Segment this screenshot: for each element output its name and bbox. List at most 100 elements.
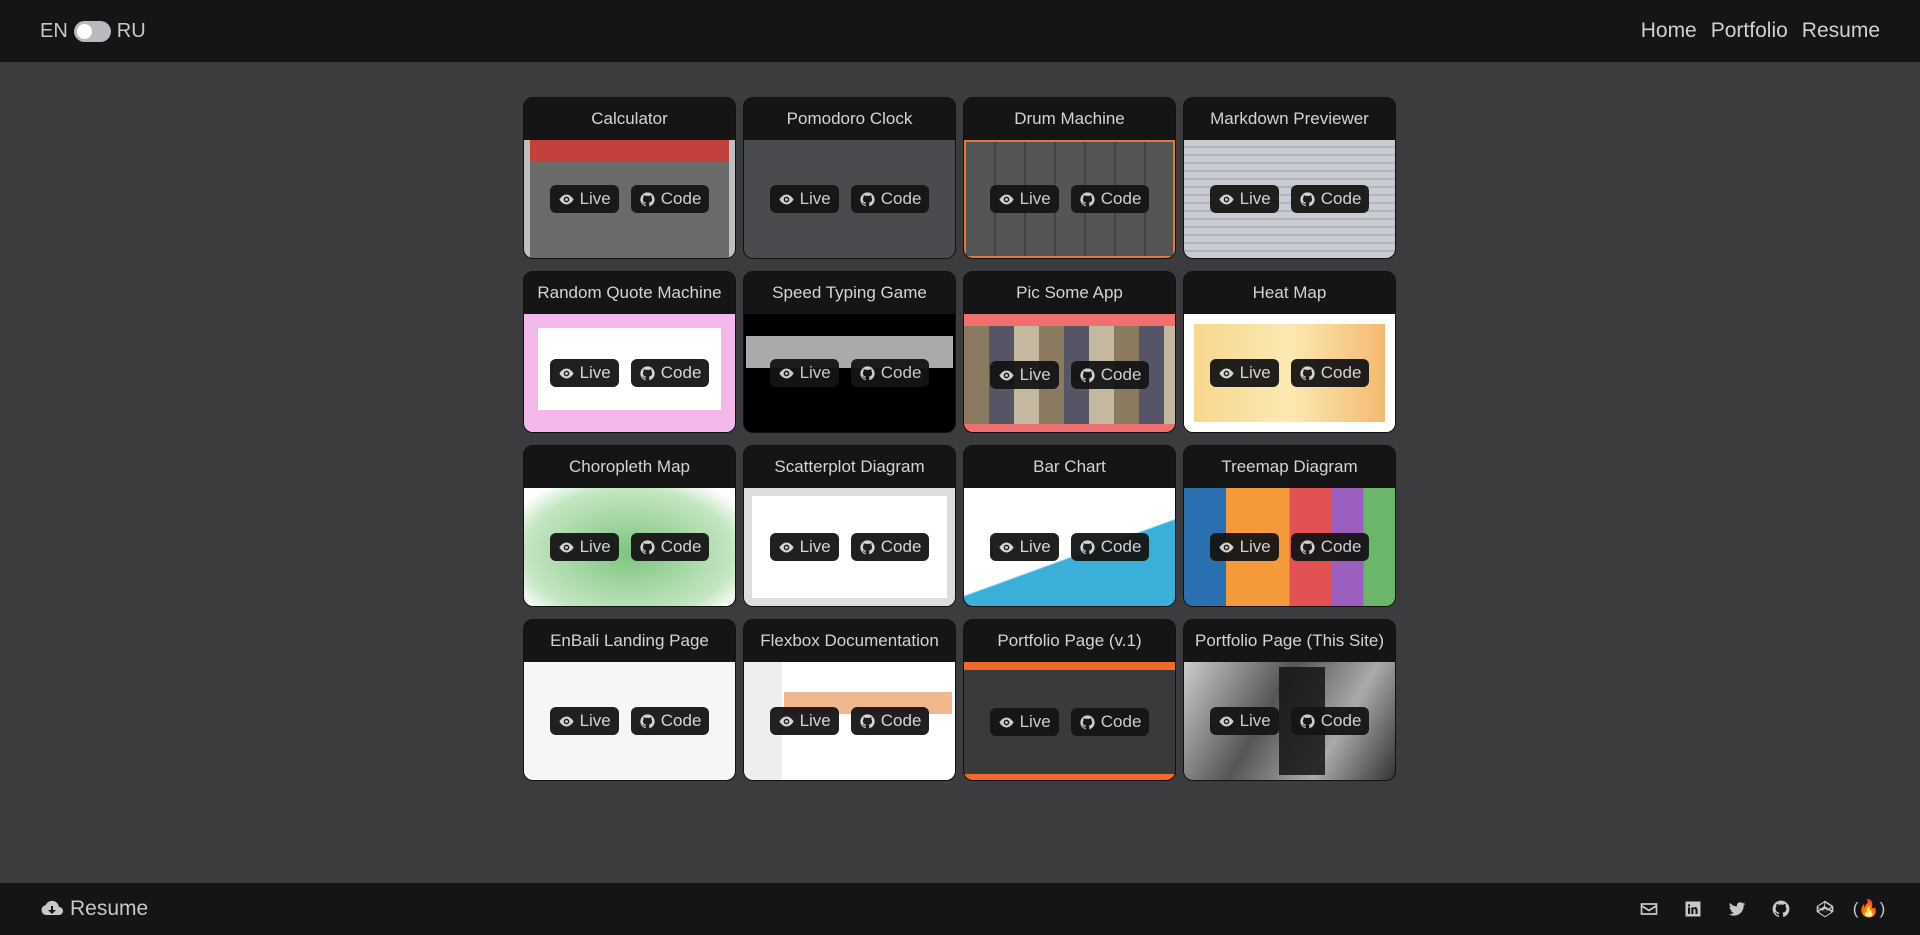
project-thumbnail: Live Code	[964, 314, 1175, 432]
nav-resume[interactable]: Resume	[1802, 19, 1880, 43]
live-label: Live	[579, 711, 611, 730]
twitter-icon[interactable]	[1726, 898, 1748, 920]
eye-icon	[1218, 542, 1234, 552]
code-button[interactable]: Code	[850, 185, 930, 213]
project-card: Pic Some App Live Code	[963, 271, 1176, 433]
language-toggle[interactable]	[73, 20, 111, 42]
project-thumbnail: Live Code	[524, 662, 735, 780]
live-label: Live	[1019, 365, 1051, 384]
code-button[interactable]: Code	[630, 359, 710, 387]
eye-icon	[1218, 194, 1234, 204]
live-button[interactable]: Live	[769, 359, 839, 387]
language-switch[interactable]: EN RU	[40, 20, 146, 43]
live-button[interactable]: Live	[989, 708, 1059, 736]
live-button[interactable]: Live	[549, 533, 619, 561]
code-button[interactable]: Code	[630, 707, 710, 735]
github-icon	[1080, 539, 1095, 554]
eye-icon	[998, 370, 1014, 380]
code-button[interactable]: Code	[850, 359, 930, 387]
code-label: Code	[1320, 711, 1362, 730]
project-card: Portfolio Page (v.1) Live Code	[963, 619, 1176, 781]
nav-portfolio[interactable]: Portfolio	[1711, 19, 1788, 43]
project-thumbnail: Live Code	[524, 488, 735, 606]
code-button[interactable]: Code	[850, 707, 930, 735]
eye-icon	[1218, 716, 1234, 726]
github-icon	[1080, 367, 1095, 382]
github-icon[interactable]	[1770, 898, 1792, 920]
eye-icon	[778, 194, 794, 204]
linkedin-icon[interactable]	[1682, 898, 1704, 920]
eye-icon	[558, 368, 574, 378]
project-card: Choropleth Map Live Code	[523, 445, 736, 607]
project-thumbnail: Live Code	[1184, 488, 1395, 606]
live-button[interactable]: Live	[1209, 707, 1279, 735]
project-thumbnail: Live Code	[524, 314, 735, 432]
code-button[interactable]: Code	[1070, 185, 1150, 213]
project-title: Drum Machine	[1014, 109, 1125, 128]
live-button[interactable]: Live	[549, 185, 619, 213]
live-button[interactable]: Live	[769, 707, 839, 735]
live-button[interactable]: Live	[989, 533, 1059, 561]
github-icon	[860, 539, 875, 554]
live-button[interactable]: Live	[1209, 185, 1279, 213]
code-button[interactable]: Code	[1070, 708, 1150, 736]
code-label: Code	[1100, 189, 1142, 208]
project-thumbnail: Live Code	[524, 140, 735, 258]
code-button[interactable]: Code	[1290, 185, 1370, 213]
live-button[interactable]: Live	[1209, 359, 1279, 387]
footer: Resume (🔥)	[0, 883, 1920, 935]
code-label: Code	[1320, 363, 1362, 382]
code-button[interactable]: Code	[1290, 707, 1370, 735]
project-thumbnail: Live Code	[744, 314, 955, 432]
live-button[interactable]: Live	[1209, 533, 1279, 561]
code-button[interactable]: Code	[1290, 533, 1370, 561]
code-label: Code	[1100, 365, 1142, 384]
social-links: (🔥)	[1638, 898, 1886, 920]
live-button[interactable]: Live	[989, 185, 1059, 213]
project-title: Bar Chart	[1033, 457, 1106, 476]
github-icon	[860, 365, 875, 380]
project-title: Pomodoro Clock	[786, 109, 913, 128]
live-label: Live	[1239, 711, 1271, 730]
email-icon[interactable]	[1638, 898, 1660, 920]
code-button[interactable]: Code	[630, 533, 710, 561]
github-icon	[640, 191, 655, 206]
freecodecamp-icon[interactable]: (🔥)	[1853, 898, 1886, 920]
code-label: Code	[1320, 537, 1362, 556]
lang-ru-label: RU	[116, 19, 146, 42]
live-label: Live	[799, 711, 831, 730]
project-title: Flexbox Documentation	[760, 631, 939, 650]
project-title: Heat Map	[1252, 283, 1327, 302]
code-button[interactable]: Code	[850, 533, 930, 561]
github-icon	[1080, 714, 1095, 729]
top-bar: EN RU Home Portfolio Resume	[0, 0, 1920, 62]
live-button[interactable]: Live	[769, 533, 839, 561]
project-card: Flexbox Documentation Live Code	[743, 619, 956, 781]
live-button[interactable]: Live	[549, 707, 619, 735]
nav-home[interactable]: Home	[1641, 19, 1697, 43]
project-thumbnail: Live Code	[964, 488, 1175, 606]
resume-download-link[interactable]: Resume	[40, 897, 148, 921]
live-button[interactable]: Live	[769, 185, 839, 213]
project-card: Portfolio Page (This Site) Live Code	[1183, 619, 1396, 781]
project-card: Random Quote Machine Live Code	[523, 271, 736, 433]
github-icon	[1300, 713, 1315, 728]
project-card: Treemap Diagram Live Code	[1183, 445, 1396, 607]
live-label: Live	[799, 189, 831, 208]
code-button[interactable]: Code	[1070, 533, 1150, 561]
project-title: Markdown Previewer	[1210, 109, 1369, 128]
code-label: Code	[1100, 537, 1142, 556]
code-label: Code	[880, 189, 922, 208]
live-button[interactable]: Live	[989, 361, 1059, 389]
code-button[interactable]: Code	[1070, 361, 1150, 389]
live-button[interactable]: Live	[549, 359, 619, 387]
live-label: Live	[579, 189, 611, 208]
main-nav: Home Portfolio Resume	[1641, 19, 1880, 43]
project-thumbnail: Live Code	[1184, 314, 1395, 432]
codepen-icon[interactable]	[1814, 898, 1836, 920]
code-button[interactable]: Code	[1290, 359, 1370, 387]
code-button[interactable]: Code	[630, 185, 710, 213]
cloud-download-icon	[41, 900, 63, 915]
project-thumbnail: Live Code	[744, 140, 955, 258]
lang-en-label: EN	[40, 19, 68, 42]
